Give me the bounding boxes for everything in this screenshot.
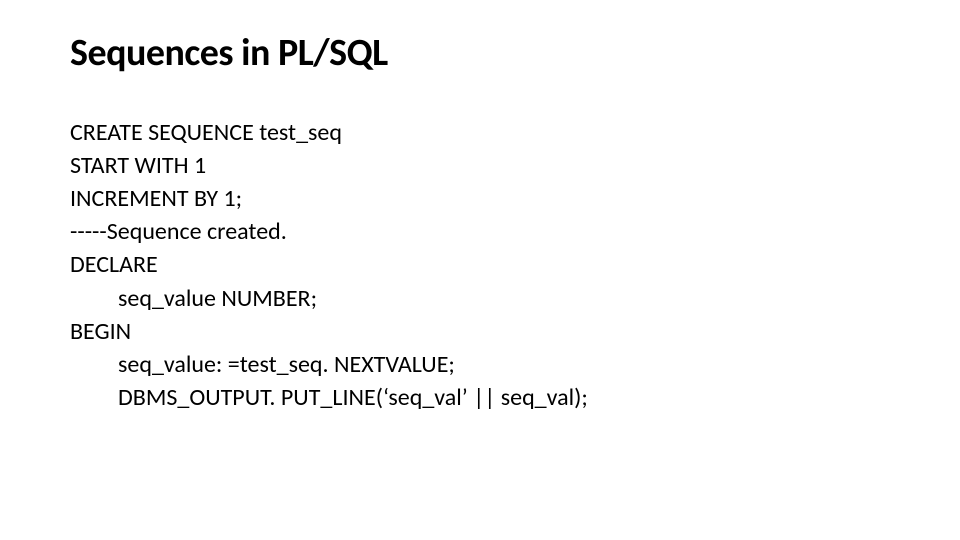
slide-title: Sequences in PL/SQL (70, 30, 900, 76)
code-line-8: seq_value: =test_seq. NEXTVALUE; (70, 348, 900, 381)
code-line-1: CREATE SEQUENCE test_seq (70, 116, 900, 149)
code-line-4: -----Sequence created. (70, 215, 900, 248)
code-block: CREATE SEQUENCE test_seq START WITH 1 IN… (70, 116, 900, 414)
code-line-6: seq_value NUMBER; (70, 282, 900, 315)
code-line-2: START WITH 1 (70, 149, 900, 182)
code-line-3: INCREMENT BY 1; (70, 182, 900, 215)
code-line-9: DBMS_OUTPUT. PUT_LINE(‘seq_val’ || seq_v… (70, 381, 900, 414)
code-line-7: BEGIN (70, 315, 900, 348)
code-line-5: DECLARE (70, 248, 900, 281)
